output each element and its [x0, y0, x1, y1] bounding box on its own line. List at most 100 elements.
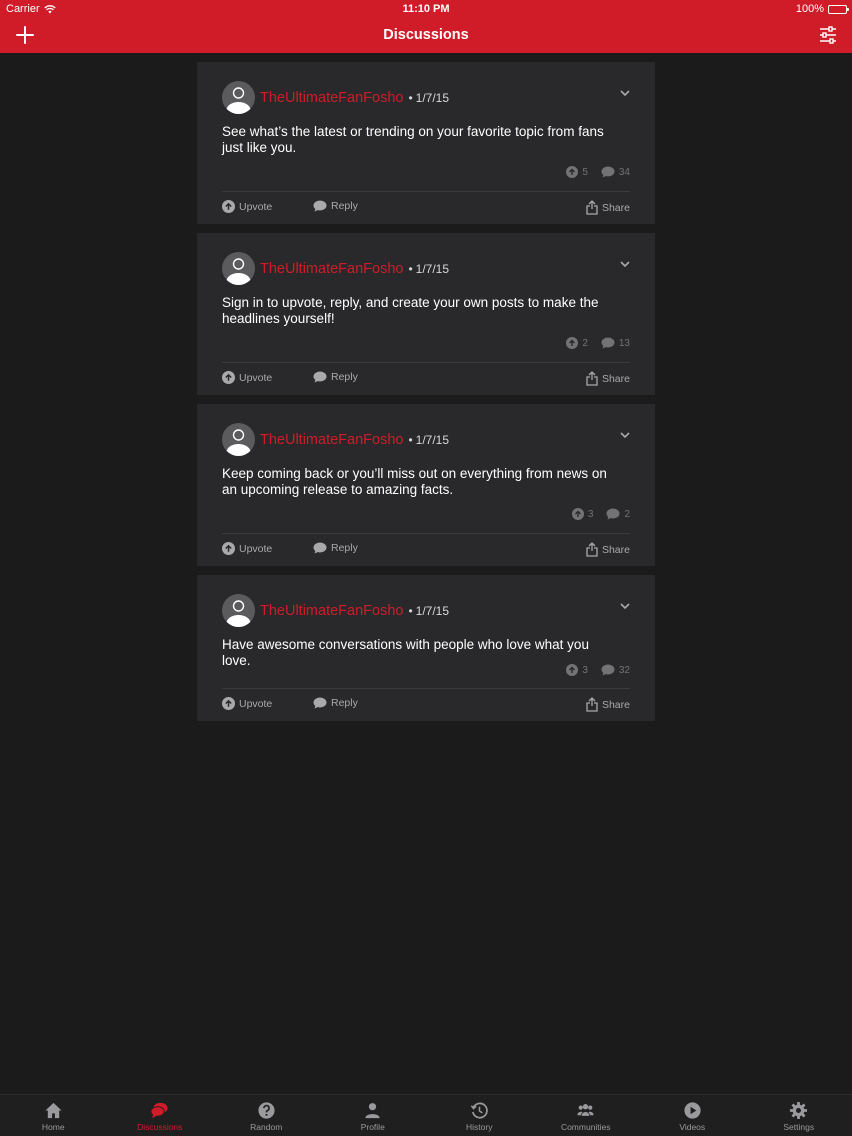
play-icon — [684, 1102, 701, 1119]
avatar[interactable] — [222, 81, 255, 114]
share-icon — [586, 371, 598, 386]
share-button[interactable]: Share — [586, 200, 630, 215]
upvote-label: Upvote — [239, 371, 273, 384]
tab-home[interactable]: Home — [0, 1095, 107, 1136]
reply-icon — [313, 697, 327, 709]
avatar[interactable] — [222, 252, 255, 285]
post-stats: 5 34 — [566, 166, 630, 178]
upvote-count: 2 — [582, 337, 588, 349]
post-username[interactable]: TheUltimateFanFosho — [260, 432, 403, 448]
post-date: 1/7/15 — [415, 90, 450, 105]
reply-label: Reply — [331, 371, 358, 383]
people-icon — [577, 1104, 594, 1117]
upvote-count: 3 — [587, 508, 594, 520]
post-stats: 3 2 — [571, 508, 630, 520]
upvote-button[interactable]: Upvote — [222, 371, 272, 384]
share-icon — [586, 200, 598, 215]
share-button[interactable]: Share — [586, 542, 630, 557]
post-card[interactable]: TheUltimateFanFosho • 1/7/15 Have awesom… — [197, 575, 655, 721]
post-date: 1/7/15 — [415, 603, 450, 618]
tab-label: Random — [250, 1122, 283, 1132]
post-actions: Upvote Reply Share — [222, 371, 630, 389]
battery-percent: 100% — [795, 3, 824, 15]
tab-profile[interactable]: Profile — [320, 1095, 427, 1136]
post-date: 1/7/15 — [415, 261, 450, 276]
tab-label: Home — [41, 1122, 65, 1132]
comment-count-icon — [606, 508, 620, 520]
tab-label: Settings — [783, 1122, 815, 1132]
history-icon — [470, 1102, 488, 1119]
tab-discussions[interactable]: Discussions — [107, 1095, 214, 1136]
upvote-count-icon — [566, 166, 579, 178]
reply-label: Reply — [331, 542, 358, 554]
comment-count: 32 — [618, 664, 630, 676]
share-button[interactable]: Share — [586, 371, 630, 386]
reply-label: Reply — [331, 697, 358, 709]
post-stats: 2 13 — [566, 337, 630, 349]
tab-label: Discussions — [137, 1122, 183, 1132]
date-separator: • — [408, 603, 413, 618]
post-stats: 3 32 — [566, 664, 630, 676]
post-header: TheUltimateFanFosho • 1/7/15 — [222, 81, 449, 114]
chevron-down-icon[interactable] — [619, 429, 631, 441]
upvote-button[interactable]: Upvote — [222, 542, 272, 555]
divider — [222, 688, 630, 689]
post-username[interactable]: TheUltimateFanFosho — [260, 603, 403, 619]
tab-label: Videos — [679, 1122, 706, 1132]
person-icon — [226, 258, 251, 285]
upvote-button[interactable]: Upvote — [222, 697, 272, 710]
reply-button[interactable]: Reply — [313, 697, 358, 709]
post-card[interactable]: TheUltimateFanFosho • 1/7/15 Keep coming… — [197, 404, 655, 566]
tab-settings[interactable]: Settings — [746, 1095, 852, 1136]
share-label: Share — [601, 201, 630, 214]
reply-icon — [313, 371, 327, 383]
reply-button[interactable]: Reply — [313, 542, 358, 554]
chevron-down-icon[interactable] — [619, 258, 631, 270]
tab-bar: Home Discussions Random Profile History — [0, 1094, 852, 1136]
post-text: See what’s the latest or trending on you… — [222, 124, 604, 155]
status-time: 11:10 PM — [402, 3, 450, 15]
upvote-count: 5 — [582, 166, 588, 178]
tab-label: Communities — [560, 1122, 611, 1132]
reply-icon — [313, 542, 327, 554]
page-title: Discussions — [383, 27, 469, 43]
reply-button[interactable]: Reply — [313, 200, 358, 212]
discussion-feed: TheUltimateFanFosho • 1/7/15 See what’s … — [197, 62, 655, 730]
tab-videos[interactable]: Videos — [639, 1095, 746, 1136]
share-button[interactable]: Share — [586, 697, 630, 712]
tab-label: History — [466, 1122, 493, 1132]
home-icon — [45, 1102, 62, 1119]
comment-count-icon — [601, 166, 615, 178]
upvote-label: Upvote — [239, 542, 273, 555]
battery-info: 100% — [795, 3, 849, 15]
reply-button[interactable]: Reply — [313, 371, 358, 383]
upvote-count-icon — [566, 664, 579, 676]
avatar[interactable] — [222, 594, 255, 627]
chevron-down-icon[interactable] — [619, 600, 631, 612]
upvote-count-icon — [566, 337, 579, 349]
battery-icon — [828, 4, 849, 14]
sliders-icon[interactable] — [818, 25, 838, 45]
upvote-count-icon — [571, 508, 584, 520]
tab-history[interactable]: History — [426, 1095, 533, 1136]
comment-count-icon — [601, 664, 615, 676]
tab-communities[interactable]: Communities — [533, 1095, 640, 1136]
post-actions: Upvote Reply Share — [222, 542, 630, 560]
post-card[interactable]: TheUltimateFanFosho • 1/7/15 Sign in to … — [197, 233, 655, 395]
post-header: TheUltimateFanFosho • 1/7/15 — [222, 423, 449, 456]
date-separator: • — [408, 261, 413, 276]
avatar[interactable] — [222, 423, 255, 456]
post-username[interactable]: TheUltimateFanFosho — [260, 261, 403, 277]
post-text: Sign in to upvote, reply, and create you… — [222, 295, 599, 326]
post-card[interactable]: TheUltimateFanFosho • 1/7/15 See what’s … — [197, 62, 655, 224]
upvote-icon — [222, 697, 235, 710]
share-label: Share — [601, 372, 630, 385]
discussions-icon — [150, 1102, 168, 1119]
chevron-down-icon[interactable] — [619, 87, 631, 99]
person-icon — [226, 429, 251, 456]
question-icon — [258, 1102, 275, 1119]
upvote-button[interactable]: Upvote — [222, 200, 272, 213]
tab-random[interactable]: Random — [213, 1095, 320, 1136]
share-label: Share — [601, 698, 630, 711]
post-username[interactable]: TheUltimateFanFosho — [260, 90, 403, 106]
